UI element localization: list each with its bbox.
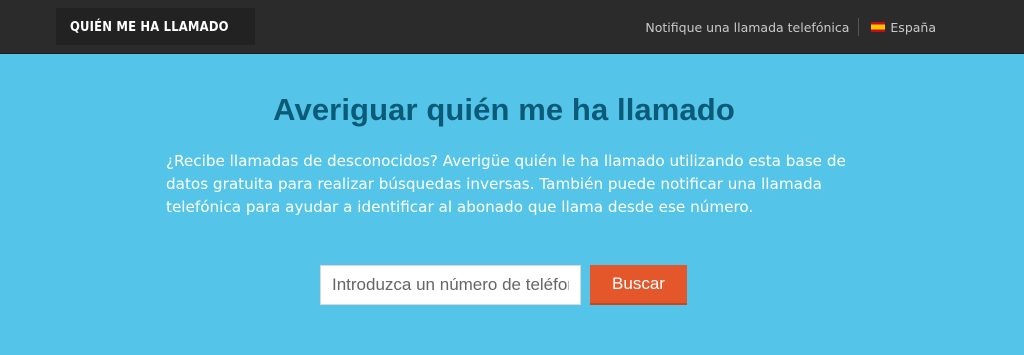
spain-flag-icon <box>871 22 886 32</box>
nav-divider <box>858 18 860 36</box>
report-call-link[interactable]: Notifique una llamada telefónica <box>645 20 849 35</box>
search-button[interactable]: Buscar <box>590 265 687 305</box>
page-title: Averiguar quién me ha llamado <box>273 92 735 127</box>
phone-number-search-input[interactable] <box>320 265 581 305</box>
site-logo[interactable]: QUIÉN ME HA LLAMADO <box>56 8 255 45</box>
language-label: España <box>890 19 936 35</box>
logo-text: QUIÉN ME HA LLAMADO <box>70 18 230 35</box>
language-selector[interactable]: España <box>871 20 936 35</box>
top-navbar: QUIÉN ME HA LLAMADO Notifique una llamad… <box>0 0 1024 54</box>
header-nav: Notifique una llamada telefónica España <box>645 0 936 54</box>
hero-description: ¿Recibe llamadas de desconocidos? Averig… <box>166 152 846 216</box>
